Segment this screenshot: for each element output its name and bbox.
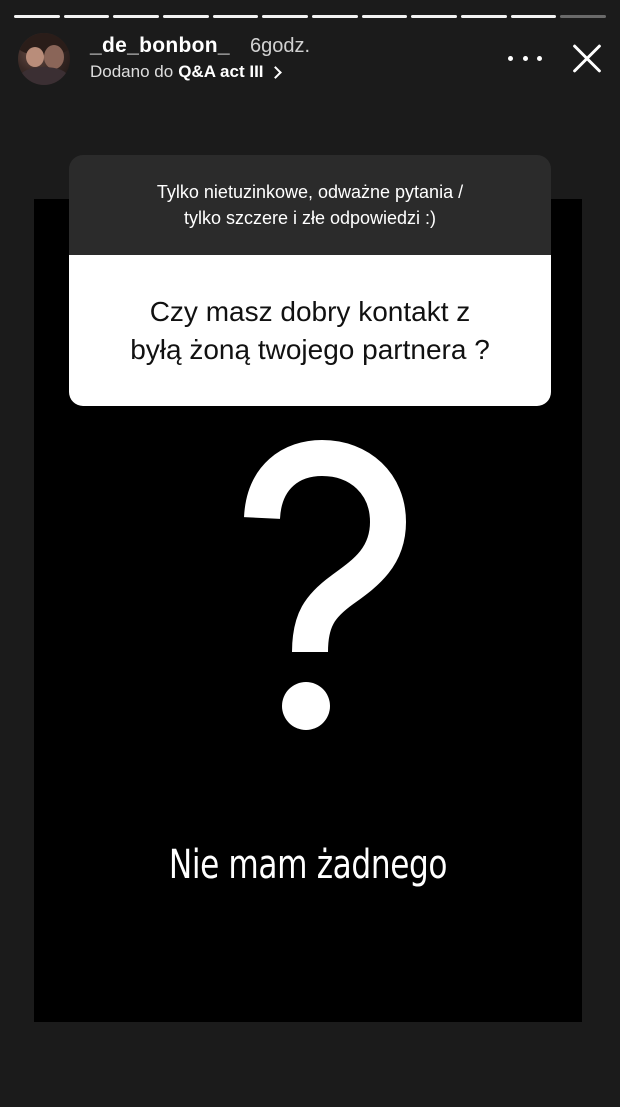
answer-text: Nie mam żadnego	[168, 842, 448, 888]
progress-segment	[510, 15, 557, 18]
post-time: 6godz.	[250, 35, 311, 57]
story-progress-bar	[14, 15, 606, 19]
chevron-right-icon	[268, 65, 282, 79]
question-text-line: byłą żoną twojego partnera ?	[130, 333, 490, 365]
progress-segment	[113, 15, 159, 18]
progress-segment	[163, 15, 209, 18]
avatar-face-right	[44, 45, 64, 69]
progress-segment	[14, 15, 60, 18]
question-text: Czy masz dobry kontakt z byłą żoną twoje…	[69, 255, 551, 406]
highlight-album-link[interactable]: Dodano do Q&A act III	[90, 62, 282, 82]
question-prompt-line: tylko szczere i złe odpowiedzi :)	[183, 208, 437, 228]
more-horizontal-icon-dot	[522, 55, 528, 61]
progress-segment	[411, 15, 457, 18]
question-mark-dot	[282, 682, 330, 730]
added-prefix: Dodano do	[90, 62, 174, 81]
album-name: Q&A act III	[178, 62, 264, 81]
question-mark-graphic	[244, 440, 407, 730]
story-viewer: _de_bonbon_ 6godz. Dodano do Q&A act III…	[0, 0, 620, 1107]
progress-segment	[312, 15, 358, 18]
question-text-line: Czy masz dobry kontakt z	[149, 295, 471, 327]
question-prompt: Tylko nietuzinkowe, odważne pytania / ty…	[69, 155, 551, 255]
close-button[interactable]	[568, 40, 606, 78]
progress-segment	[63, 15, 110, 18]
avatar[interactable]	[18, 33, 70, 85]
more-options-button[interactable]	[508, 48, 542, 68]
question-prompt-line: Tylko nietuzinkowe, odważne pytania /	[156, 182, 464, 202]
progress-segment	[560, 15, 606, 18]
username-link[interactable]: _de_bonbon_	[90, 34, 230, 58]
question-mark-curve	[244, 440, 407, 653]
progress-segment	[212, 15, 259, 18]
more-horizontal-icon	[508, 55, 513, 61]
question-sticker[interactable]: Tylko nietuzinkowe, odważne pytania / ty…	[69, 155, 551, 406]
more-horizontal-icon-dot	[537, 55, 542, 61]
progress-segment	[262, 15, 308, 18]
avatar-face-left	[26, 47, 44, 67]
progress-segment	[461, 15, 507, 18]
progress-segment	[361, 15, 408, 18]
avatar-shirt	[20, 67, 68, 85]
